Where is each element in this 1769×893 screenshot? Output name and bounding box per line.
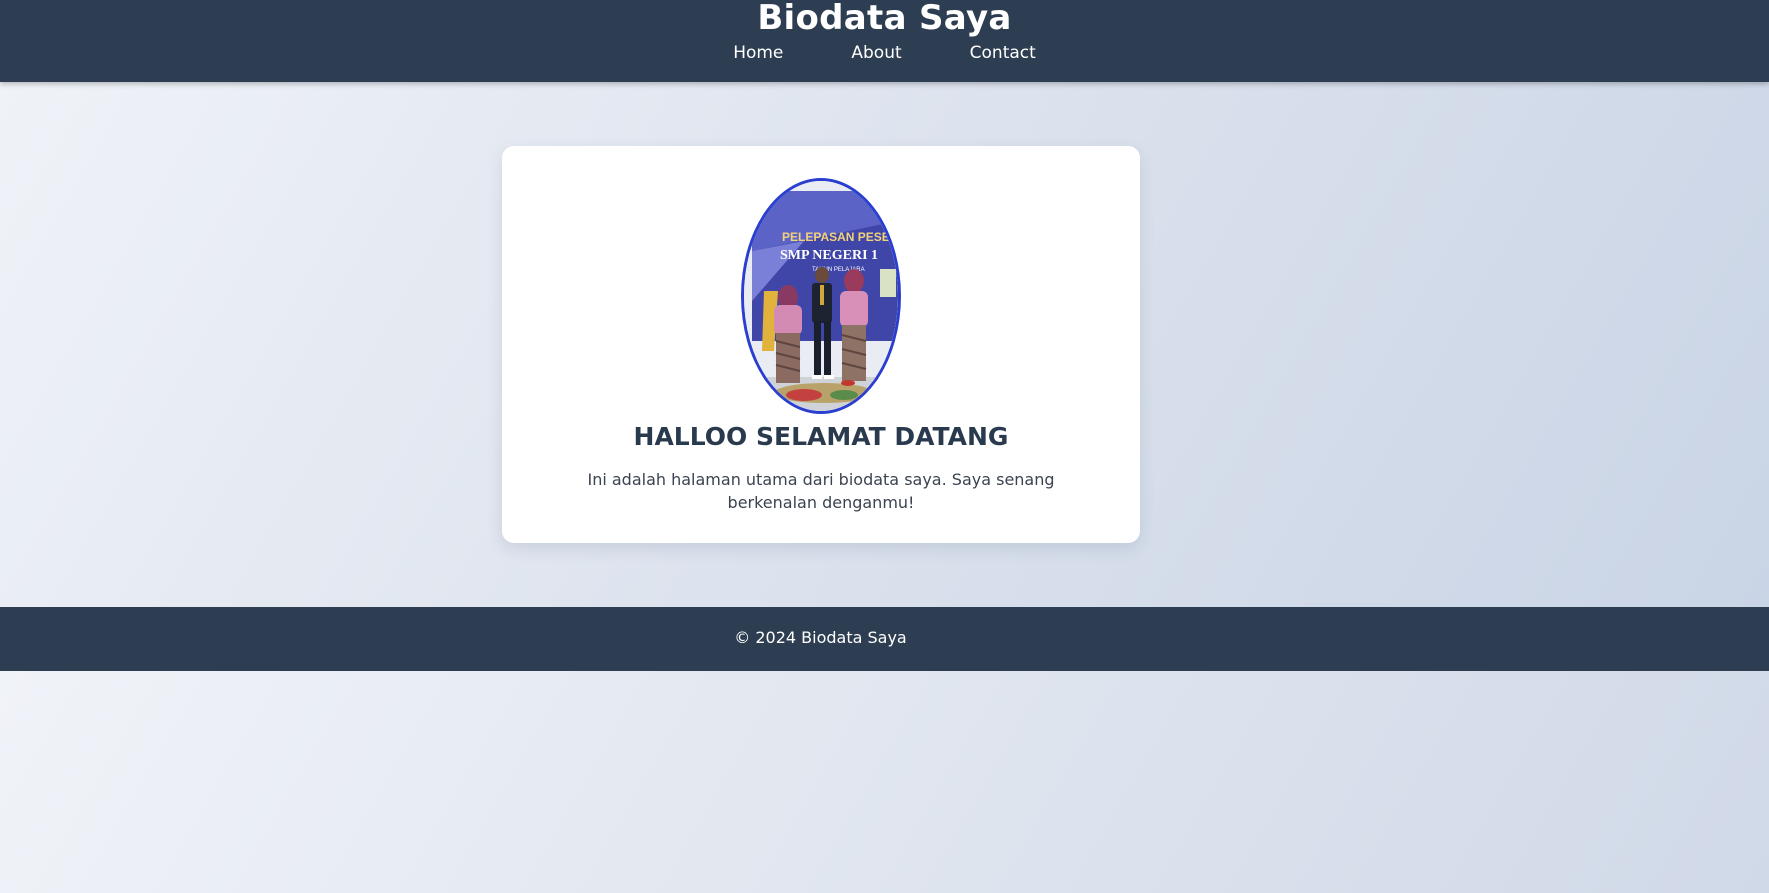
page-background: [0, 671, 1769, 893]
footer-copyright: © 2024 Biodata Saya: [734, 628, 907, 647]
profile-photo-image: PELEPASAN PESER SMP NEGERI 1 TAHUN PELAJ…: [744, 181, 898, 411]
site-header: Biodata Saya Home About Contact: [0, 0, 1769, 82]
welcome-card: PELEPASAN PESER SMP NEGERI 1 TAHUN PELAJ…: [502, 146, 1140, 543]
main-nav: Home About Contact: [0, 43, 1769, 63]
site-footer: © 2024 Biodata Saya: [0, 607, 1769, 671]
banner-text-1: PELEPASAN PESER: [782, 230, 898, 244]
nav-link-home[interactable]: Home: [733, 43, 783, 63]
nav-link-about[interactable]: About: [851, 43, 901, 63]
nav-link-contact[interactable]: Contact: [970, 43, 1036, 63]
welcome-text: Ini adalah halaman utama dari biodata sa…: [587, 470, 1055, 512]
profile-photo: PELEPASAN PESER SMP NEGERI 1 TAHUN PELAJ…: [741, 178, 901, 414]
banner-text-2: SMP NEGERI 1: [780, 248, 878, 263]
welcome-heading: HALLOO SELAMAT DATANG: [633, 422, 1009, 451]
site-title: Biodata Saya: [757, 0, 1012, 38]
